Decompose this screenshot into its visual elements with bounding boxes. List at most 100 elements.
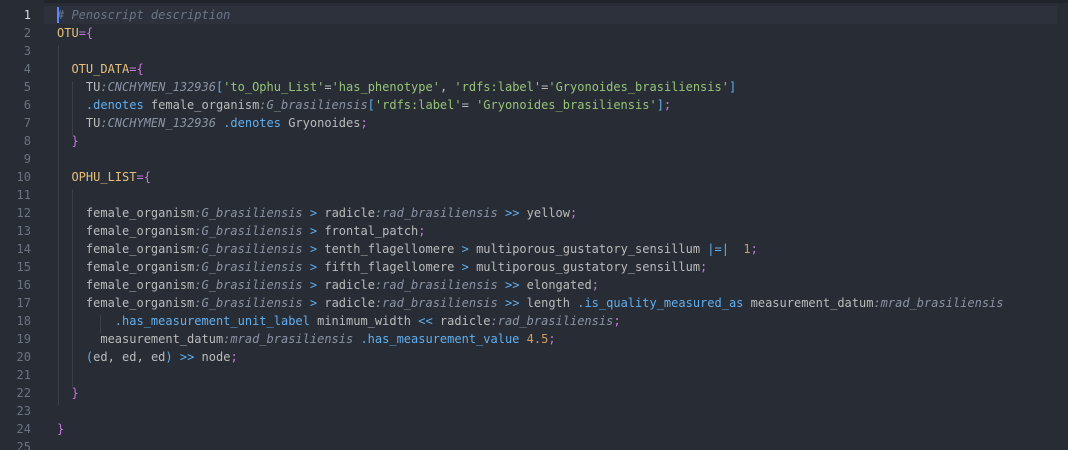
code-line[interactable]: OTU={	[57, 24, 1057, 42]
code-token-punc: ;	[548, 332, 556, 346]
code-token-method: .denotes	[223, 116, 281, 130]
code-token-string: 'to_Ophu_List'	[223, 80, 325, 94]
code-token-ident: radicle	[432, 314, 491, 328]
code-token-ident: fifth_flagellomere	[317, 260, 462, 274]
code-token-ident: female_organism	[57, 206, 195, 220]
code-token-ident: node	[194, 350, 231, 364]
line-number: 8	[23, 134, 31, 148]
line-number: 1	[23, 8, 31, 22]
code-editor[interactable]: 1 2 3 4 5 6 7 8 9 10 11 12 13 14 15 16 17 18 19 20 21 22 23 24 2…	[0, 0, 1068, 450]
code-token-punc: }	[71, 386, 79, 400]
code-line[interactable]	[57, 366, 1057, 384]
code-token-ident: measurement_datum	[57, 332, 224, 346]
code-token-num: 4.5	[526, 332, 549, 346]
line-number: 9	[23, 152, 31, 166]
code-line[interactable]: (ed, ed, ed) >> node;	[57, 348, 1057, 366]
code-token-head: OTU	[57, 26, 79, 40]
code-token-punc: {	[136, 62, 144, 76]
code-token-punc: ;	[230, 350, 238, 364]
code-token-ident: frontal_patch	[317, 224, 419, 238]
line-number: 21	[16, 368, 31, 382]
code-token-ident: female_organism	[57, 224, 195, 238]
line-number: 17	[16, 296, 31, 310]
code-token-ident: female_organism	[57, 278, 195, 292]
code-token-plain: =	[324, 80, 332, 94]
code-token-ident: female_organism	[57, 242, 195, 256]
code-token-comment: # Penoscript description	[57, 8, 231, 22]
code-token-punc: ;	[360, 116, 368, 130]
code-token-op: <<	[418, 314, 433, 328]
line-number: 3	[23, 44, 31, 58]
code-line[interactable]: TU:CNCHYMEN_132936 .denotes Gryonoides;	[57, 114, 1057, 132]
code-line[interactable]: # Penoscript description	[44, 6, 1057, 24]
line-number: 19	[16, 332, 31, 346]
code-token-type: :rad_brasiliensis	[374, 206, 498, 220]
line-number: 14	[16, 242, 31, 256]
code-token-punc: ;	[570, 206, 578, 220]
code-token-op: >>	[179, 350, 195, 364]
code-token-punc: ;	[663, 98, 672, 112]
code-line[interactable]	[57, 42, 1057, 60]
code-token-ident: ed, ed, ed	[93, 350, 166, 364]
code-line[interactable]	[57, 186, 1057, 204]
code-line[interactable]: TU:CNCHYMEN_132936['to_Ophu_List'='has_p…	[57, 78, 1057, 96]
code-line[interactable]: female_organism:G_brasiliensis > frontal…	[57, 222, 1057, 240]
code-token-ident: TU	[57, 80, 101, 94]
code-line[interactable]: .denotes female_organism:G_brasiliensis[…	[57, 96, 1057, 114]
code-token-punc: }	[57, 422, 65, 436]
code-token-punc: }	[71, 134, 79, 148]
line-number: 4	[23, 62, 31, 76]
code-line[interactable]: female_organism:G_brasiliensis > tenth_f…	[57, 240, 1057, 258]
code-line[interactable]: female_organism:G_brasiliensis > radicle…	[57, 294, 1057, 312]
line-number: 15	[16, 260, 31, 274]
code-line[interactable]	[57, 150, 1057, 168]
code-token-type: :mrad_brasiliensis	[873, 296, 1004, 310]
code-token-op: |=|	[707, 242, 729, 256]
line-number: 24	[16, 422, 31, 436]
code-line[interactable]: OTU_DATA={	[57, 60, 1057, 78]
code-token-type: :G_brasiliensis	[194, 206, 303, 220]
code-token-string: 'has_phenotype'	[331, 80, 440, 94]
code-token-bracket: ]	[728, 80, 737, 94]
code-line[interactable]: female_organism:G_brasiliensis > radicle…	[57, 204, 1057, 222]
code-line[interactable]: female_organism:G_brasiliensis > fifth_f…	[57, 258, 1057, 276]
code-token-num: 1	[743, 242, 751, 256]
code-line[interactable]: OPHU_LIST={	[57, 168, 1057, 186]
code-line[interactable]: }	[57, 132, 1057, 150]
code-token-op: >>	[504, 206, 520, 220]
line-number: 11	[16, 188, 31, 202]
code-token-string: 'rdfs:label'	[454, 80, 542, 94]
code-token-method: .has_measurement_unit_label	[114, 314, 310, 328]
line-number: 23	[16, 404, 31, 418]
code-token-type: :G_brasiliensis	[194, 242, 303, 256]
code-line[interactable]	[57, 402, 1057, 420]
code-token-ident: Gryonoides	[280, 116, 361, 130]
code-token-type: :rad_brasiliensis	[374, 278, 498, 292]
line-number: 13	[16, 224, 31, 238]
code-line[interactable]: }	[57, 384, 1057, 402]
code-token-punc: {	[85, 26, 94, 40]
code-line[interactable]: .has_measurement_unit_label minimum_widt…	[57, 312, 1057, 330]
line-number: 20	[16, 350, 31, 364]
code-token-string: 'Gryonoides_brasiliensis'	[548, 80, 729, 94]
line-number-gutter: 1 2 3 4 5 6 7 8 9 10 11 12 13 14 15 16 17 18 19 20 21 22 23 24 2…	[0, 0, 44, 450]
code-token-punc: ;	[613, 314, 621, 328]
code-token-method: .has_measurement_value	[360, 332, 520, 346]
code-area[interactable]: # Penoscript description OTU={ OTU_DATA={…	[44, 0, 1068, 450]
code-line[interactable]: measurement_datum:mrad_brasiliensis .has…	[57, 330, 1057, 348]
code-token-ident: tenth_flagellomere	[317, 242, 462, 256]
code-line[interactable]: female_organism:G_brasiliensis > radicle…	[57, 276, 1057, 294]
code-token-bracket: ]	[656, 98, 664, 112]
code-line[interactable]: }	[57, 420, 1057, 438]
code-token-punc: =	[136, 170, 144, 184]
code-line[interactable]	[57, 438, 1057, 450]
